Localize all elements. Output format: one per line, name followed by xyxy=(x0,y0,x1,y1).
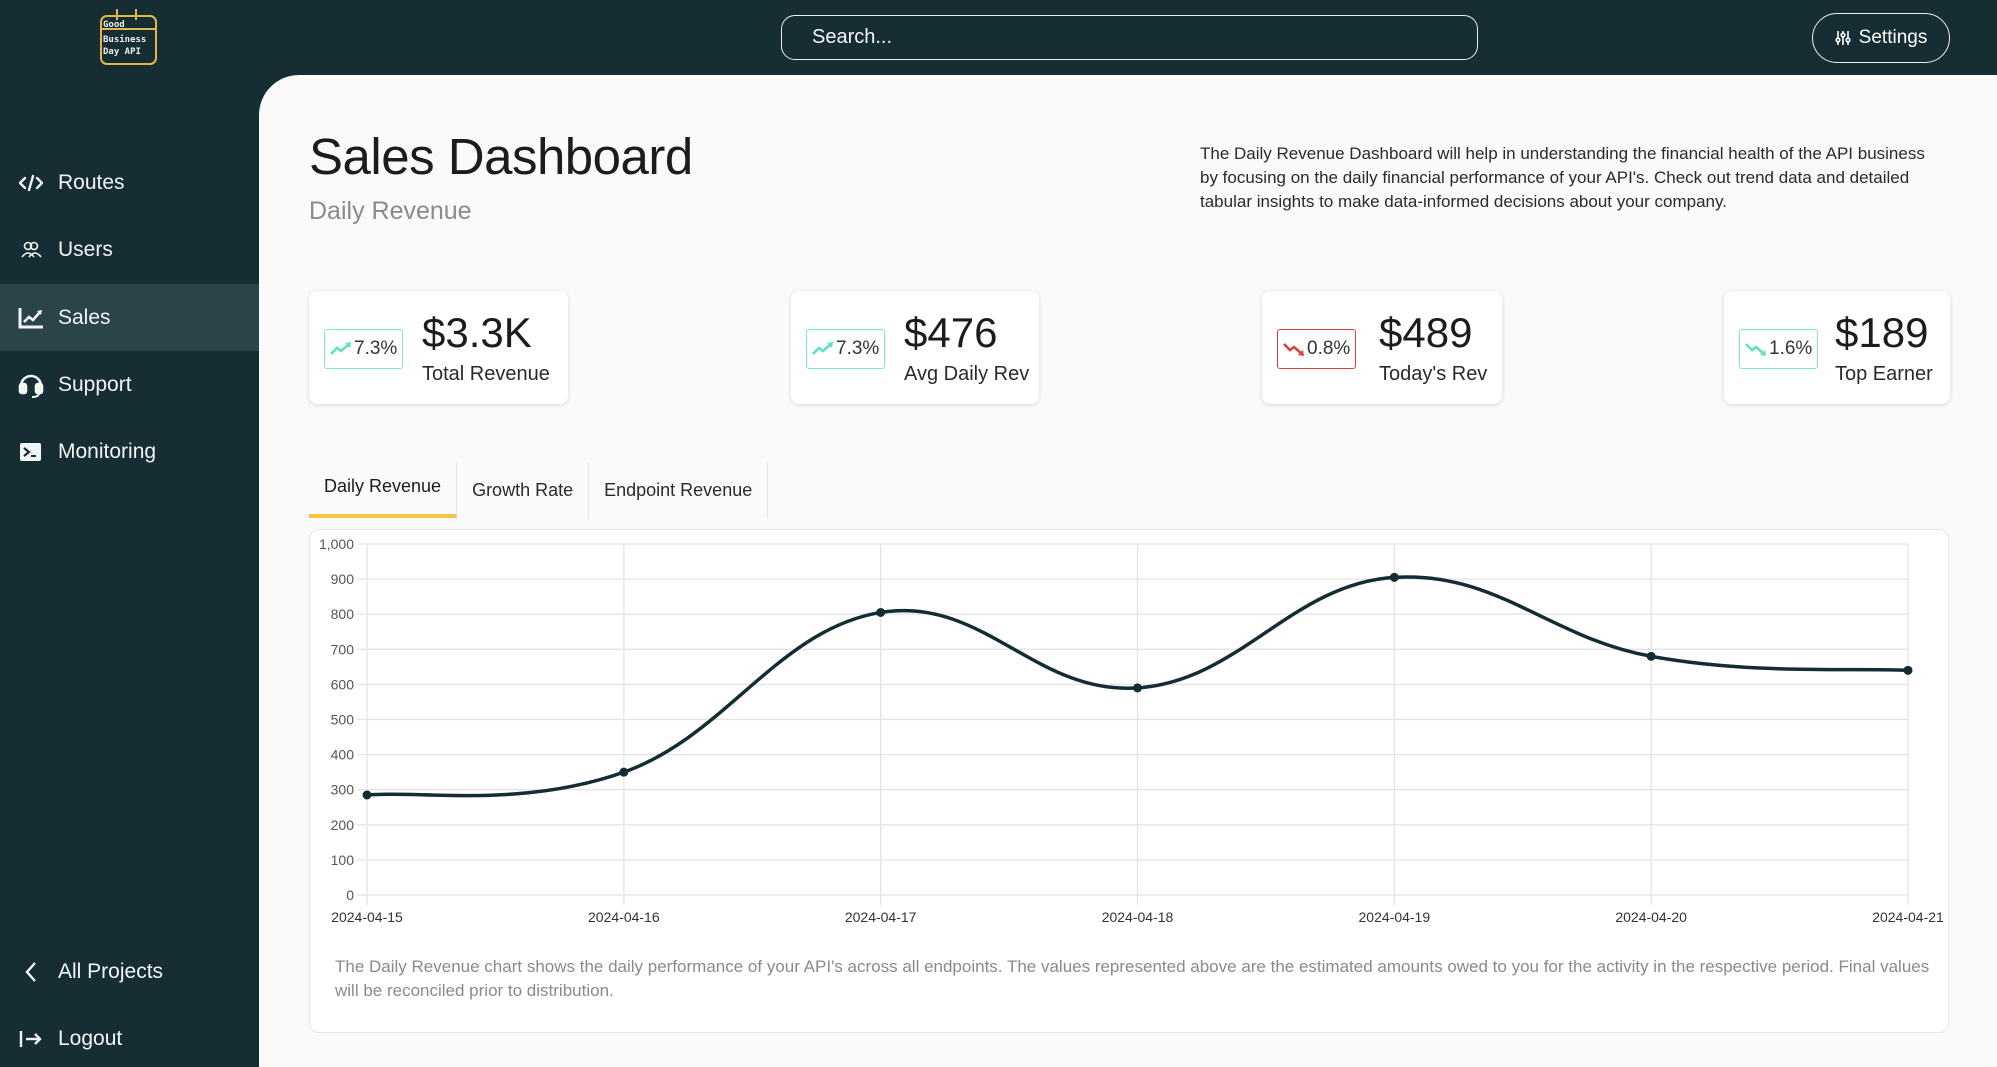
logo-line-3: Day API xyxy=(103,47,141,57)
stat-label: Total Revenue xyxy=(422,363,550,385)
change-value: 7.3% xyxy=(354,338,398,359)
logout-icon xyxy=(18,1026,44,1052)
x-tick-label: 2024-04-20 xyxy=(1615,909,1687,925)
users-icon xyxy=(18,237,44,263)
x-tick-label: 2024-04-15 xyxy=(331,909,403,925)
sidebar-item-label: Sales xyxy=(58,305,111,329)
x-tick-label: 2024-04-16 xyxy=(588,909,660,925)
stat-label: Top Earner xyxy=(1835,363,1933,385)
change-value: 7.3% xyxy=(836,338,880,359)
main-panel: Sales Dashboard Daily Revenue The Daily … xyxy=(259,75,1997,1067)
data-point xyxy=(1903,665,1913,675)
stat-value: $476 xyxy=(904,309,998,356)
chart-tabs: Daily Revenue Growth Rate Endpoint Reven… xyxy=(309,463,769,518)
trend-up-icon xyxy=(812,342,833,355)
page-subtitle: Daily Revenue xyxy=(309,197,472,225)
daily-revenue-chart: 0 100 200 300 400 500 600 700 800 900 1,000 2024-04… xyxy=(319,536,1944,925)
stat-card-avg-daily-rev: 7.3% $476 Avg Daily Rev xyxy=(791,291,1039,404)
stat-value: $189 xyxy=(1835,309,1929,356)
y-tick-label: 100 xyxy=(331,852,355,868)
app-logo[interactable]: Good Business Day API xyxy=(99,6,159,66)
sidebar-item-users[interactable]: Users xyxy=(0,216,259,283)
sidebar-item-label: Logout xyxy=(58,1026,123,1050)
chart-caption: The Daily Revenue chart shows the daily … xyxy=(335,957,1930,1000)
chart-card: 0 100 200 300 400 500 600 700 800 900 1,000 2024-04… xyxy=(309,529,1949,1033)
stat-value: $489 xyxy=(1379,309,1473,356)
y-tick-label: 400 xyxy=(331,747,355,763)
sidebar-item-label: All Projects xyxy=(58,959,164,983)
trend-up-icon xyxy=(330,342,351,355)
data-point xyxy=(1389,572,1399,582)
trend-down-icon xyxy=(1283,343,1304,356)
search-input[interactable] xyxy=(781,15,1478,60)
logo-line-2: Business xyxy=(103,34,146,45)
sidebar-item-label: Monitoring xyxy=(58,439,157,463)
tab-endpoint-revenue[interactable]: Endpoint Revenue xyxy=(589,463,769,518)
tab-daily-revenue[interactable]: Daily Revenue xyxy=(309,463,458,518)
change-badge: 7.3% xyxy=(806,329,886,369)
change-value: 1.6% xyxy=(1769,338,1813,359)
y-tick-label: 700 xyxy=(331,641,355,657)
x-tick-label: 2024-04-17 xyxy=(845,909,917,925)
stat-label: Avg Daily Rev xyxy=(904,363,1030,385)
data-point xyxy=(619,767,629,777)
x-tick-label: 2024-04-21 xyxy=(1872,909,1944,925)
change-badge: 7.3% xyxy=(324,329,404,369)
headset-icon xyxy=(18,372,44,398)
sidebar-item-sales[interactable]: Sales xyxy=(0,284,259,351)
stat-value: $3.3K xyxy=(422,309,532,356)
chart-line-icon xyxy=(18,305,44,331)
settings-button[interactable]: Settings xyxy=(1812,13,1950,63)
trend-down-icon xyxy=(1745,343,1766,356)
x-tick-label: 2024-04-18 xyxy=(1102,909,1174,925)
terminal-icon xyxy=(18,439,44,465)
top-bar: Good Business Day API Settings xyxy=(0,0,1997,75)
tab-growth-rate[interactable]: Growth Rate xyxy=(457,463,590,518)
y-tick-label: 900 xyxy=(331,571,355,587)
stat-card-todays-rev: 0.8% $489 Today's Rev xyxy=(1262,291,1502,404)
sidebar-item-label: Users xyxy=(58,237,113,261)
sliders-icon xyxy=(1835,31,1851,45)
dashboard-description: The Daily Revenue Dashboard will help in… xyxy=(1200,144,1925,211)
data-point xyxy=(876,607,886,617)
change-badge: 1.6% xyxy=(1739,329,1819,369)
settings-label: Settings xyxy=(1858,27,1928,48)
sidebar-item-routes[interactable]: Routes xyxy=(0,149,259,216)
page-title: Sales Dashboard xyxy=(309,128,693,185)
x-tick-label: 2024-04-19 xyxy=(1359,909,1431,925)
y-tick-label: 0 xyxy=(346,887,354,903)
y-tick-label: 500 xyxy=(331,712,355,728)
chevron-left-icon xyxy=(18,959,44,985)
data-point xyxy=(362,790,372,800)
sidebar-item-monitoring[interactable]: Monitoring xyxy=(0,418,259,485)
data-point xyxy=(1646,651,1656,661)
change-value: 0.8% xyxy=(1307,338,1351,359)
sidebar-item-label: Support xyxy=(58,372,132,396)
sidebar-item-all-projects[interactable]: All Projects xyxy=(0,938,259,1005)
logo-line-1: Good xyxy=(103,20,125,30)
sidebar-item-support[interactable]: Support xyxy=(0,351,259,418)
y-tick-label: 300 xyxy=(331,782,355,798)
y-tick-label: 600 xyxy=(331,676,355,692)
stat-card-top-earner: 1.6% $189 Top Earner xyxy=(1724,291,1950,404)
y-tick-label: 200 xyxy=(331,817,355,833)
sidebar: Routes Users Sales Support Monitoring Al… xyxy=(0,75,259,1067)
stat-label: Today's Rev xyxy=(1379,363,1488,385)
sidebar-item-label: Routes xyxy=(58,170,125,194)
stat-card-total-revenue: 7.3% $3.3K Total Revenue xyxy=(309,291,568,404)
change-badge: 0.8% xyxy=(1277,329,1357,369)
code-icon xyxy=(18,170,44,196)
y-tick-label: 800 xyxy=(331,606,355,622)
y-tick-label: 1,000 xyxy=(319,536,354,552)
data-point xyxy=(1133,683,1142,693)
sidebar-item-logout[interactable]: Logout xyxy=(0,1005,259,1067)
